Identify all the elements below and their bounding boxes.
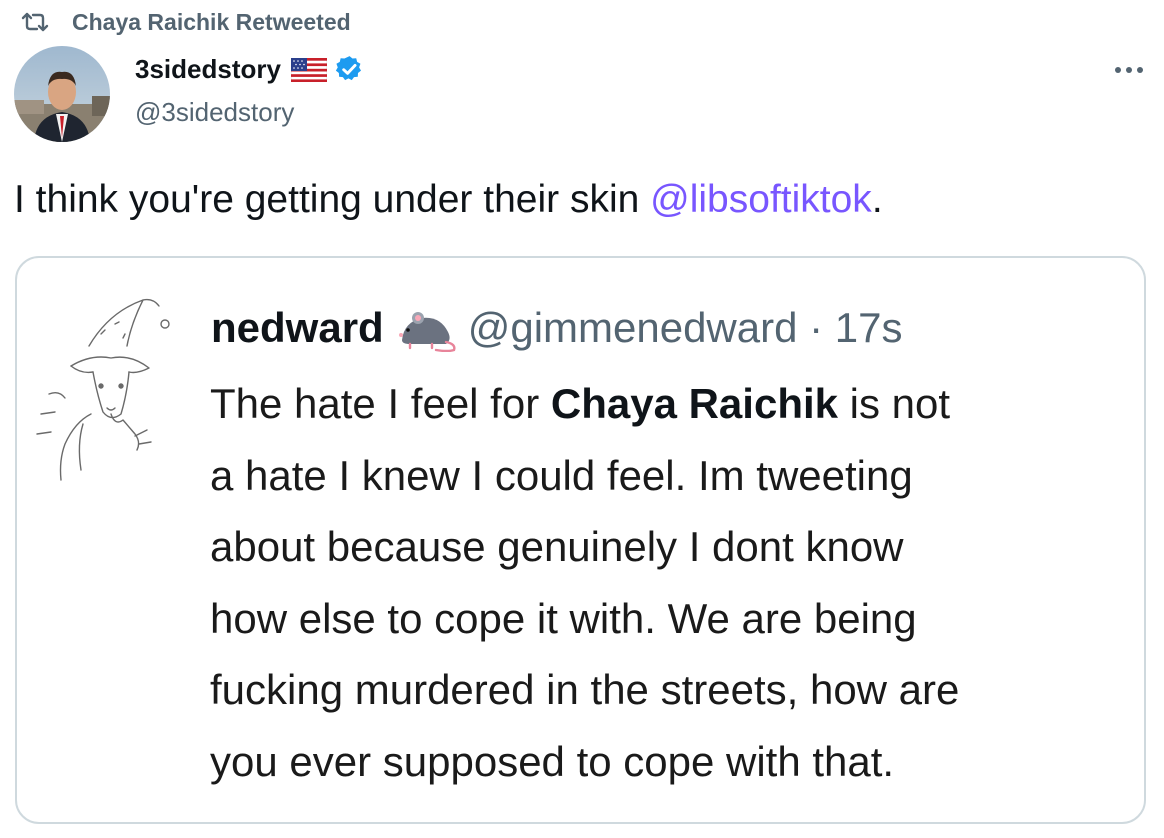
author-avatar[interactable]	[14, 46, 110, 142]
quoted-line-text: is not	[838, 380, 951, 427]
quoted-bold-name: Chaya Raichik	[550, 380, 839, 427]
rat-emoji-icon	[398, 312, 456, 352]
avatar-photo	[14, 46, 110, 142]
quoted-line: how else to cope it with. We are being	[210, 594, 917, 642]
retweet-icon	[21, 12, 49, 32]
quoted-line: The hate I feel for Chaya Raichik is not	[210, 368, 1144, 440]
mention-link[interactable]: @libsoftiktok	[650, 178, 872, 221]
quoted-line: about because genuinely I dont know	[210, 523, 904, 570]
quoted-tweet-card[interactable]: nedward @gimmenedward · 17s The hate I f…	[15, 256, 1146, 824]
retweet-label: Chaya Raichik Retweeted	[72, 8, 351, 35]
quoted-tweet-header: nedward @gimmenedward · 17s	[211, 304, 903, 352]
quoted-handle-time[interactable]: @gimmenedward · 17s	[468, 304, 903, 352]
quoted-line-text: The hate I feel for	[210, 380, 551, 427]
tweet-text-before: I think you're getting under their skin	[14, 178, 651, 221]
goat-avatar	[36, 298, 170, 481]
us-flag-icon	[290, 57, 327, 82]
verified-badge-icon	[335, 56, 361, 81]
quoted-line: you ever supposed to cope with that.	[210, 737, 895, 785]
quoted-tweet-body: The hate I feel for Chaya Raichik is not…	[210, 368, 1144, 797]
tweet-text-after: .	[871, 178, 883, 221]
author-handle[interactable]: @3sidedstory	[135, 97, 294, 128]
tweet-text: I think you're getting under their skin …	[14, 178, 883, 222]
retweet-context[interactable]: Chaya Raichik Retweeted	[20, 8, 351, 36]
more-options-icon[interactable]	[1112, 58, 1146, 82]
quoted-line: fucking murdered in the streets, how are	[210, 666, 960, 713]
author-name[interactable]: 3sidedstory	[135, 54, 281, 85]
quoted-line: a hate I knew I could feel. Im tweeting	[210, 451, 913, 499]
quoted-author-name[interactable]: nedward	[211, 304, 384, 352]
